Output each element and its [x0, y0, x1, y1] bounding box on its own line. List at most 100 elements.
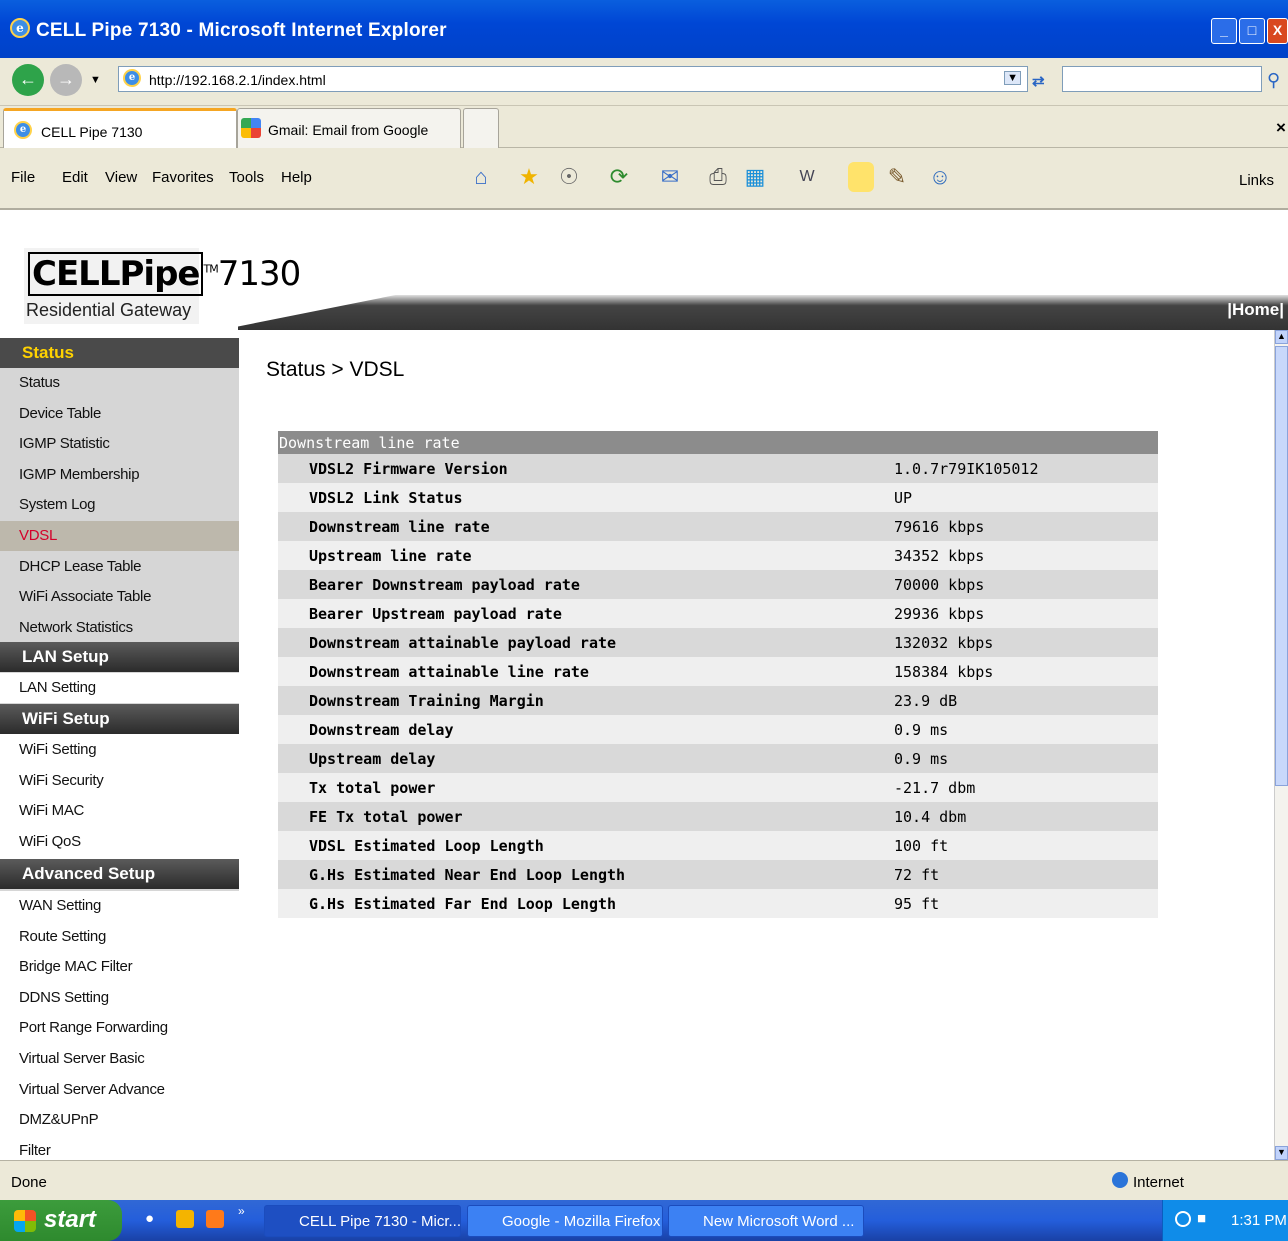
word-icon[interactable]: W	[792, 162, 822, 192]
quicklaunch-more-icon[interactable]: »	[238, 1204, 245, 1218]
tray-icon[interactable]	[1175, 1211, 1191, 1227]
table-row: Downstream delay 0.9 ms	[278, 715, 1158, 744]
cellpipe-logo: CELLPipe TM7130 Residential Gateway	[24, 248, 301, 324]
row-value: 0.9 ms	[894, 721, 949, 739]
task-word[interactable]: New Microsoft Word ...	[668, 1205, 864, 1237]
tab-cellpipe[interactable]: e CELL Pipe 7130	[3, 108, 237, 148]
links-label[interactable]: Links	[1239, 172, 1274, 189]
home-icon[interactable]: ⌂	[466, 162, 496, 192]
sidebar-item-port-range-forwarding[interactable]: Port Range Forwarding	[0, 1013, 239, 1044]
scroll-thumb[interactable]	[1275, 346, 1288, 786]
history-dropdown-icon[interactable]: ▼	[90, 74, 101, 86]
vdsl-status-table: Downstream line rate VDSL2 Firmware Vers…	[278, 431, 1158, 918]
history-icon[interactable]: ⟳	[604, 162, 634, 192]
home-link[interactable]: |Home|	[1227, 300, 1284, 320]
sidebar: Status Status Device Table IGMP Statistic IG…	[0, 338, 239, 1160]
close-button[interactable]: X	[1267, 18, 1288, 44]
scroll-down-icon[interactable]: ▼	[1275, 1146, 1288, 1160]
sidebar-item-filter[interactable]: Filter	[0, 1135, 239, 1160]
menu-edit[interactable]: Edit	[62, 169, 88, 186]
messenger-icon[interactable]: ☺	[925, 162, 955, 192]
window-title: CELL Pipe 7130 - Microsoft Internet Expl…	[36, 20, 447, 41]
menu-favorites[interactable]: Favorites	[152, 169, 214, 186]
row-value: 95 ft	[894, 895, 940, 913]
mail-icon[interactable]: ✉	[655, 162, 685, 192]
sidebar-item-dhcp-lease-table[interactable]: DHCP Lease Table	[0, 552, 239, 582]
address-dropdown-icon[interactable]: ▼	[1004, 71, 1021, 85]
row-label: FE Tx total power	[309, 808, 463, 826]
sidebar-item-vdsl[interactable]: VDSL	[0, 521, 239, 551]
minimize-button[interactable]: _	[1211, 18, 1237, 44]
sidebar-section-lan[interactable]: LAN Setup	[0, 642, 239, 672]
app-quicklaunch-icon[interactable]	[206, 1210, 224, 1228]
menu-view[interactable]: View	[105, 169, 137, 186]
tab-gmail[interactable]: Gmail: Email from Google	[237, 108, 461, 148]
sidebar-item-igmp-membership[interactable]: IGMP Membership	[0, 460, 239, 490]
search-icon[interactable]: ⚲	[1267, 70, 1280, 91]
print-icon[interactable]: ⎙	[703, 162, 733, 192]
feeds-icon[interactable]: ☉	[554, 162, 584, 192]
row-value: 70000 kbps	[894, 576, 985, 594]
row-value: 1.0.7r79IK105012	[894, 460, 1039, 478]
table-row: Bearer Downstream payload rate 70000 kbps	[278, 570, 1158, 599]
menu-tools[interactable]: Tools	[229, 169, 264, 186]
menu-file[interactable]: File	[11, 169, 35, 186]
sidebar-item-bridge-mac-filter[interactable]: Bridge MAC Filter	[0, 952, 239, 983]
ie-quicklaunch-icon[interactable]: ●	[145, 1210, 154, 1227]
row-value: -21.7 dbm	[894, 779, 976, 797]
start-button[interactable]: start	[0, 1200, 122, 1241]
scrollbar[interactable]: ▲ ▼	[1274, 330, 1288, 1160]
sidebar-item-system-log[interactable]: System Log	[0, 490, 239, 520]
maximize-button[interactable]: □	[1239, 18, 1265, 44]
sidebar-item-lan-setting[interactable]: LAN Setting	[0, 673, 239, 703]
row-label: VDSL Estimated Loop Length	[309, 837, 544, 855]
desktop-quicklaunch-icon[interactable]	[176, 1210, 194, 1228]
sidebar-item-wifi-associate-table[interactable]: WiFi Associate Table	[0, 582, 239, 612]
task-ie[interactable]: CELL Pipe 7130 - Micr...	[264, 1205, 461, 1237]
task-firefox[interactable]: Google - Mozilla Firefox	[467, 1205, 663, 1237]
sidebar-item-wifi-setting[interactable]: WiFi Setting	[0, 735, 239, 765]
sidebar-item-wifi-security[interactable]: WiFi Security	[0, 765, 239, 796]
discuss-icon[interactable]: ✎	[882, 162, 912, 192]
sidebar-item-network-statistics[interactable]: Network Statistics	[0, 613, 239, 643]
sidebar-item-ddns-setting[interactable]: DDNS Setting	[0, 982, 239, 1013]
sidebar-item-wifi-mac[interactable]: WiFi MAC	[0, 796, 239, 827]
menu-help[interactable]: Help	[281, 169, 312, 186]
sidebar-item-virtual-server-basic[interactable]: Virtual Server Basic	[0, 1044, 239, 1074]
menu-bar: File Edit View Favorites Tools Help ⌂ ★ …	[0, 148, 1288, 210]
sidebar-item-wan-setting[interactable]: WAN Setting	[0, 891, 239, 921]
network-tray-icon[interactable]: ■	[1197, 1210, 1206, 1227]
new-tab-button[interactable]	[463, 108, 499, 148]
row-label: VDSL2 Firmware Version	[309, 460, 508, 478]
sidebar-section-wifi[interactable]: WiFi Setup	[0, 704, 239, 734]
sidebar-item-igmp-statistic[interactable]: IGMP Statistic	[0, 429, 239, 459]
sidebar-item-route-setting[interactable]: Route Setting	[0, 921, 239, 952]
sidebar-item-wifi-qos[interactable]: WiFi QoS	[0, 826, 239, 857]
research-icon[interactable]: ▦	[740, 162, 770, 192]
refresh-icon[interactable]: ⇄	[1032, 72, 1045, 90]
sidebar-item-virtual-server-advance[interactable]: Virtual Server Advance	[0, 1074, 239, 1105]
close-tab-icon[interactable]: ×	[1276, 118, 1286, 138]
sidebar-section-adv[interactable]: Advanced Setup	[0, 859, 239, 889]
forward-icon[interactable]: →	[50, 64, 82, 96]
sidebar-section-status[interactable]: Status	[0, 338, 239, 368]
row-label: Upstream delay	[309, 750, 436, 768]
sidebar-item-status[interactable]: Status	[0, 368, 239, 398]
sidebar-item-device-table[interactable]: Device Table	[0, 399, 239, 429]
breadcrumb: Status > VDSL	[266, 358, 405, 381]
back-icon[interactable]: ←	[12, 64, 44, 96]
main-content: Status > VDSL Downstream line rate VDSL2…	[239, 330, 1274, 1160]
status-bar: Done Internet	[0, 1160, 1288, 1200]
sidebar-item-dmz-upnp[interactable]: DMZ&UPnP	[0, 1105, 239, 1136]
search-input[interactable]	[1062, 66, 1262, 92]
address-input[interactable]: e http://192.168.2.1/index.html ▼	[118, 66, 1028, 92]
note-icon[interactable]	[848, 162, 874, 192]
start-label: start	[44, 1206, 97, 1233]
scroll-up-icon[interactable]: ▲	[1275, 330, 1288, 344]
row-label: Downstream attainable line rate	[309, 663, 589, 681]
table-row: VDSL2 Link Status UP	[278, 483, 1158, 512]
row-label: Downstream delay	[309, 721, 454, 739]
row-label: G.Hs Estimated Near End Loop Length	[309, 866, 626, 884]
favorites-star-icon[interactable]: ★	[514, 162, 544, 192]
table-row: FE Tx total power 10.4 dbm	[278, 802, 1158, 831]
